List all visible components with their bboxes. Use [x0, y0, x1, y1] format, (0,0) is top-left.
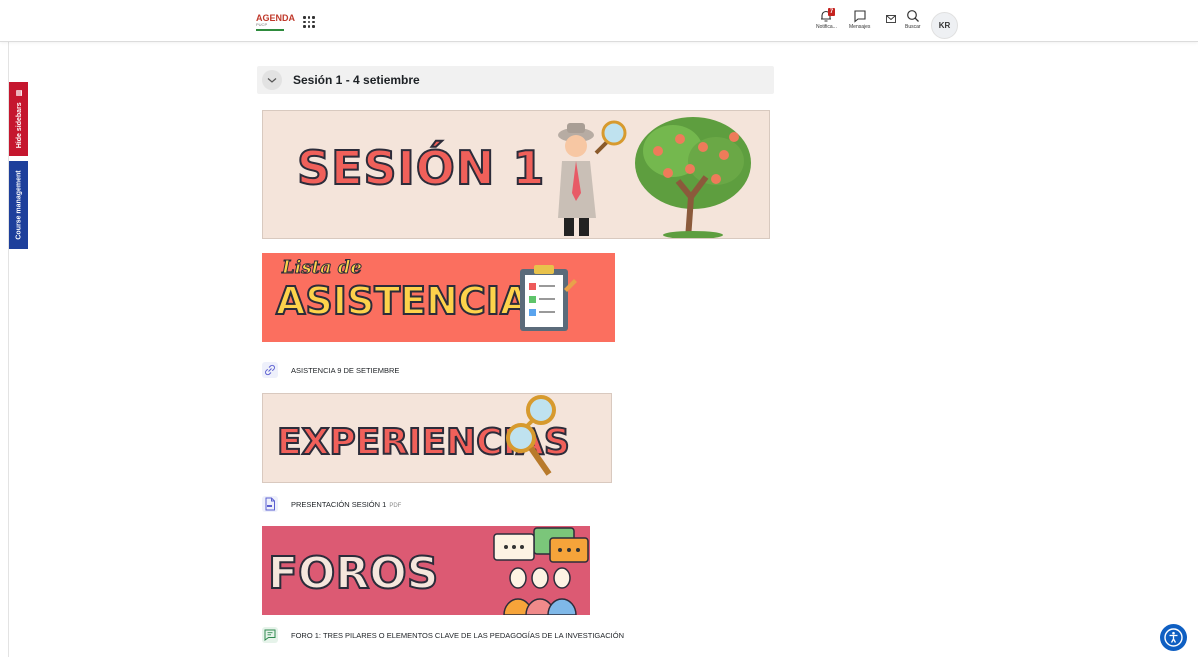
notifications-label: Notifica... [816, 24, 837, 30]
mail-button[interactable] [886, 15, 896, 23]
attendance-banner-text: ASISTENCIA [275, 278, 530, 324]
activity-name: ASISTENCIA 9 DE SETIEMBRE [291, 366, 400, 375]
forums-banner: FOROS [262, 526, 590, 615]
link-icon [262, 362, 278, 378]
app-grid-icon[interactable] [303, 16, 315, 28]
magnifier-illustration [506, 395, 556, 476]
search-icon [906, 10, 919, 22]
activity-name: FORO 1: TRES PILARES O ELEMENTOS CLAVE D… [291, 631, 625, 640]
chat-icon [854, 10, 866, 23]
course-management-label: Course management [15, 170, 22, 240]
top-navbar: AGENDA PUCP 7 Notifica... Mensajes Busca… [0, 0, 1198, 42]
session-banner: SESIÓN 1 [262, 110, 770, 239]
activity-forum[interactable]: FORO 1: TRES PILARES O ELEMENTOS CLAVE D… [262, 627, 682, 645]
activity-name: PRESENTACIÓN SESIÓN 1 [291, 500, 387, 509]
section-header: Sesión 1 - 4 setiembre [257, 66, 774, 94]
logo-subtext: PUCP [256, 22, 268, 27]
bar-chart-icon: ▥ [15, 89, 23, 97]
mail-icon [886, 15, 896, 23]
attendance-banner: Lista de ASISTENCIA [262, 253, 615, 342]
experiences-banner: EXPERIENCIAS [262, 393, 612, 483]
messages-label: Mensajes [849, 24, 871, 30]
notification-count-badge: 7 [828, 8, 835, 16]
hide-sidebars-tab[interactable]: Hide sidebars ▥ [9, 82, 28, 156]
forums-banner-text: FOROS [267, 547, 439, 600]
user-avatar[interactable]: KR [931, 12, 958, 39]
discussion-illustration [493, 527, 589, 615]
tree-illustration [635, 117, 751, 238]
chevron-down-icon [267, 78, 277, 83]
checklist-illustration [520, 265, 577, 331]
session-banner-text: SESIÓN 1 [296, 140, 546, 196]
accessibility-button[interactable] [1160, 624, 1187, 651]
collapse-section-button[interactable] [262, 70, 282, 90]
activity-presentation-pdf[interactable]: PRESENTACIÓN SESIÓN 1 PDF [262, 496, 562, 514]
pdf-icon [262, 496, 278, 512]
course-management-tab[interactable]: Course management [9, 161, 28, 249]
site-logo[interactable]: AGENDA PUCP [256, 13, 295, 31]
hide-sidebars-label: Hide sidebars [15, 102, 23, 149]
notifications-button[interactable]: 7 Notifica... [816, 8, 837, 30]
messages-button[interactable]: Mensajes [849, 9, 870, 30]
activity-type-tag: PDF [389, 503, 402, 509]
activity-attendance-link[interactable]: ASISTENCIA 9 DE SETIEMBRE [262, 362, 562, 380]
search-button[interactable]: Buscar [905, 9, 921, 30]
section-title: Sesión 1 - 4 setiembre [293, 73, 420, 87]
attendance-banner-script: Lista de [282, 257, 363, 279]
search-label: Buscar [905, 24, 921, 30]
accessibility-icon [1164, 628, 1183, 647]
forum-icon [262, 627, 278, 643]
detective-illustration [558, 120, 627, 236]
